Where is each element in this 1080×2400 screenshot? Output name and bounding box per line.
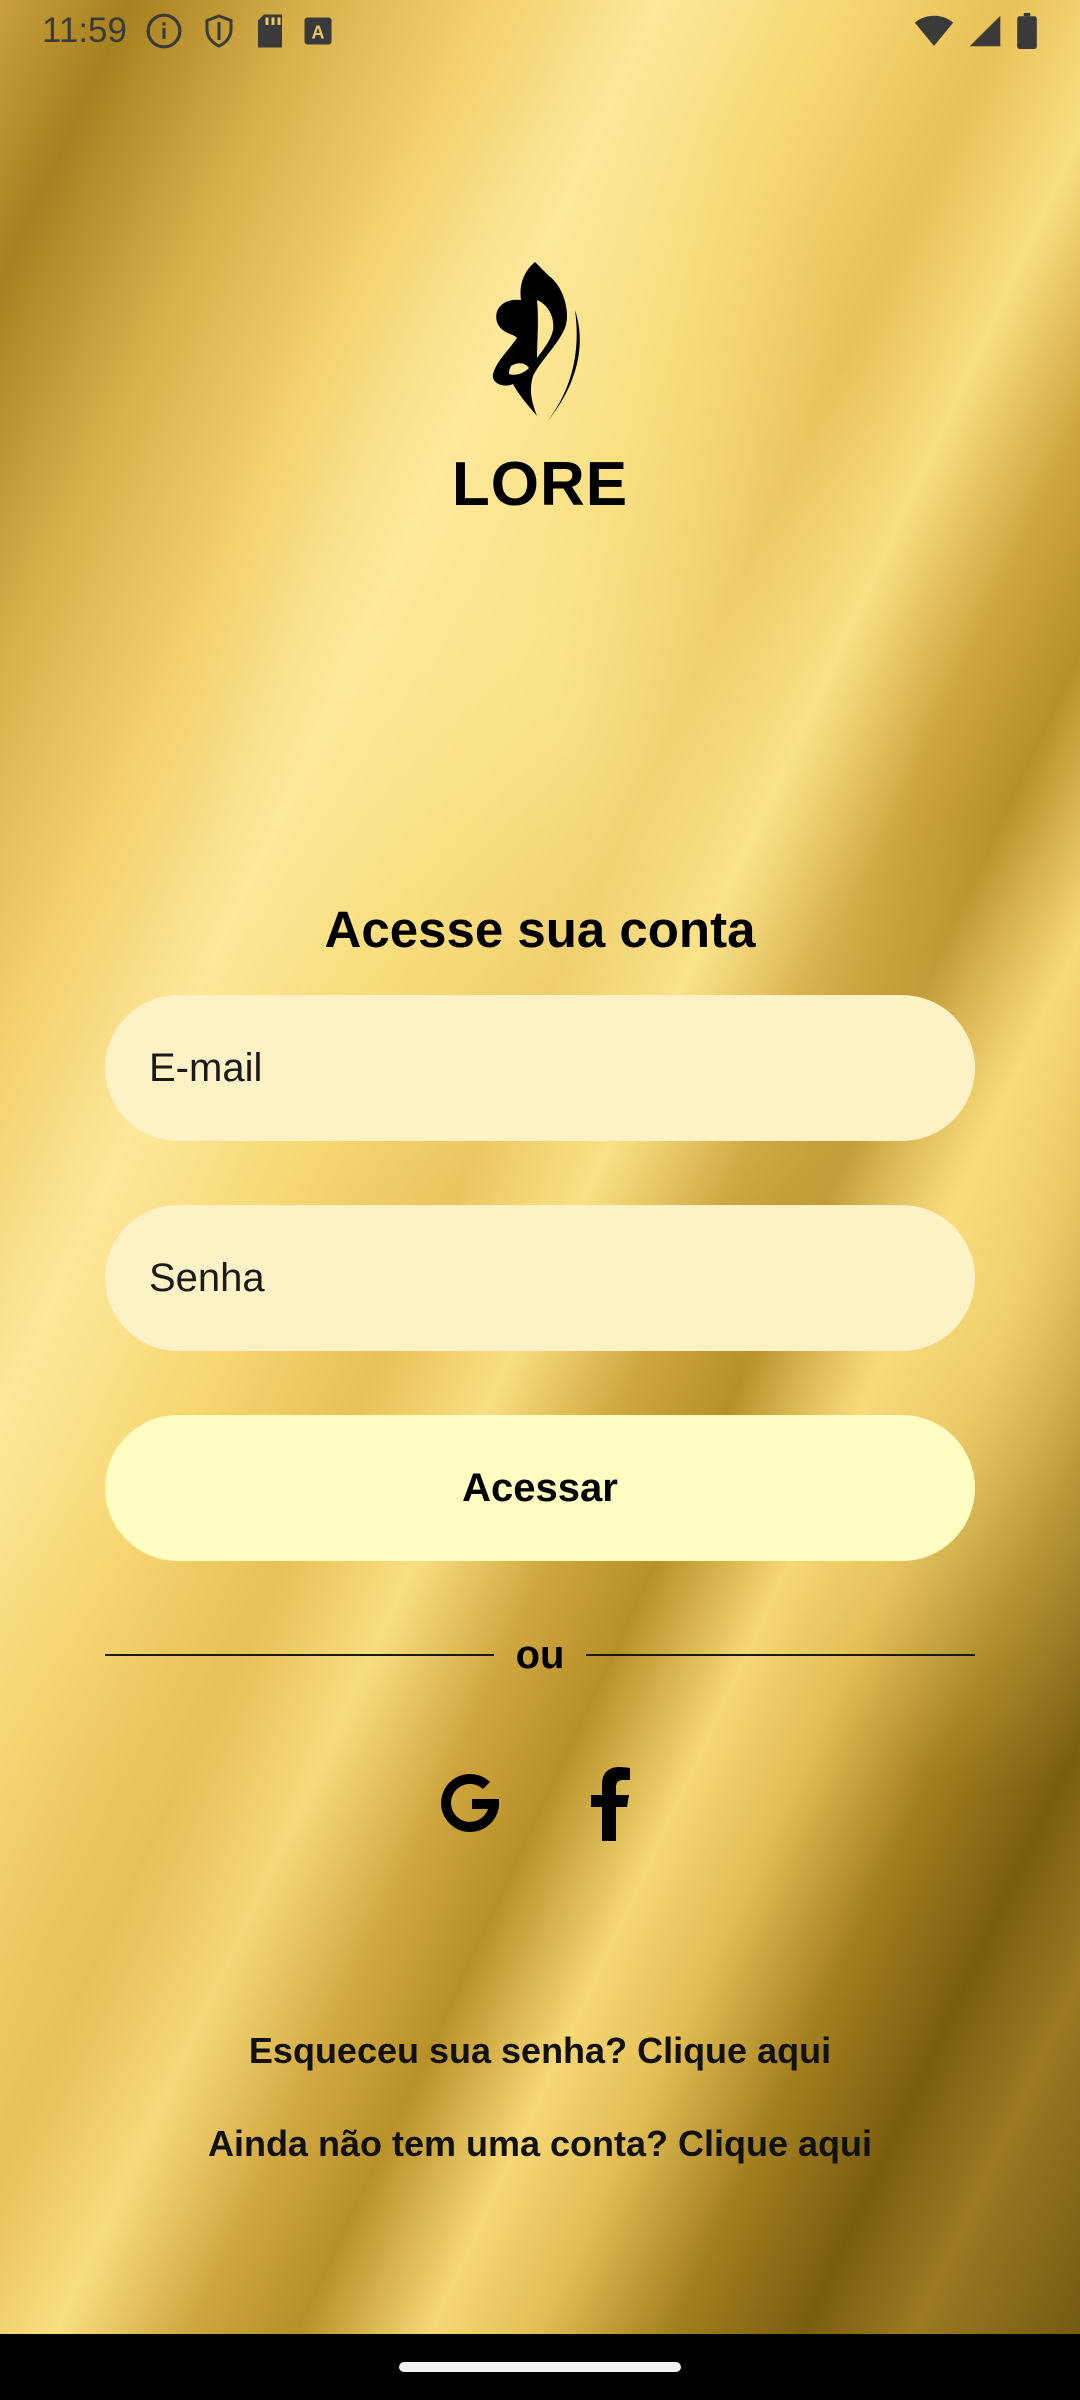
divider-line-left xyxy=(105,1654,494,1656)
signal-icon xyxy=(968,14,1002,48)
sd-card-icon xyxy=(255,13,285,49)
status-left: 11:59 A xyxy=(42,11,333,51)
shield-icon xyxy=(201,12,237,50)
app-logo: LORE xyxy=(0,250,1080,520)
login-button[interactable]: Acessar xyxy=(105,1415,975,1561)
keyboard-a-icon: A xyxy=(303,16,333,46)
login-heading: Acesse sua conta xyxy=(324,901,756,958)
signup-link[interactable]: Ainda não tem uma conta? Clique aqui xyxy=(0,2123,1080,2165)
social-login xyxy=(0,1765,1080,1845)
status-time: 11:59 xyxy=(42,11,127,50)
facebook-icon xyxy=(588,1765,632,1846)
login-screen: 11:59 A LORE Acesse sua conta E-mail Ace… xyxy=(0,0,1080,2400)
password-field[interactable] xyxy=(105,1205,975,1351)
home-indicator[interactable] xyxy=(399,2362,681,2372)
google-login-button[interactable] xyxy=(430,1765,510,1845)
wifi-icon xyxy=(914,14,954,48)
password-input[interactable] xyxy=(147,1254,931,1302)
email-field[interactable] xyxy=(105,995,975,1141)
facebook-login-button[interactable] xyxy=(570,1765,650,1845)
battery-icon xyxy=(1016,13,1038,49)
divider-text: ou xyxy=(515,1632,565,1677)
system-nav-bar xyxy=(0,2334,1080,2400)
email-input[interactable] xyxy=(147,1044,931,1092)
divider-line-right xyxy=(586,1654,975,1656)
app-name: LORE xyxy=(451,450,629,519)
svg-text:A: A xyxy=(312,23,325,43)
status-right xyxy=(914,13,1038,49)
google-icon xyxy=(435,1768,505,1843)
butterfly-icon xyxy=(475,250,605,435)
status-bar: 11:59 A xyxy=(0,0,1080,62)
info-icon xyxy=(145,12,183,50)
forgot-password-link[interactable]: Esqueceu sua senha? Clique aqui xyxy=(0,2030,1080,2072)
or-divider: ou xyxy=(105,1630,975,1680)
